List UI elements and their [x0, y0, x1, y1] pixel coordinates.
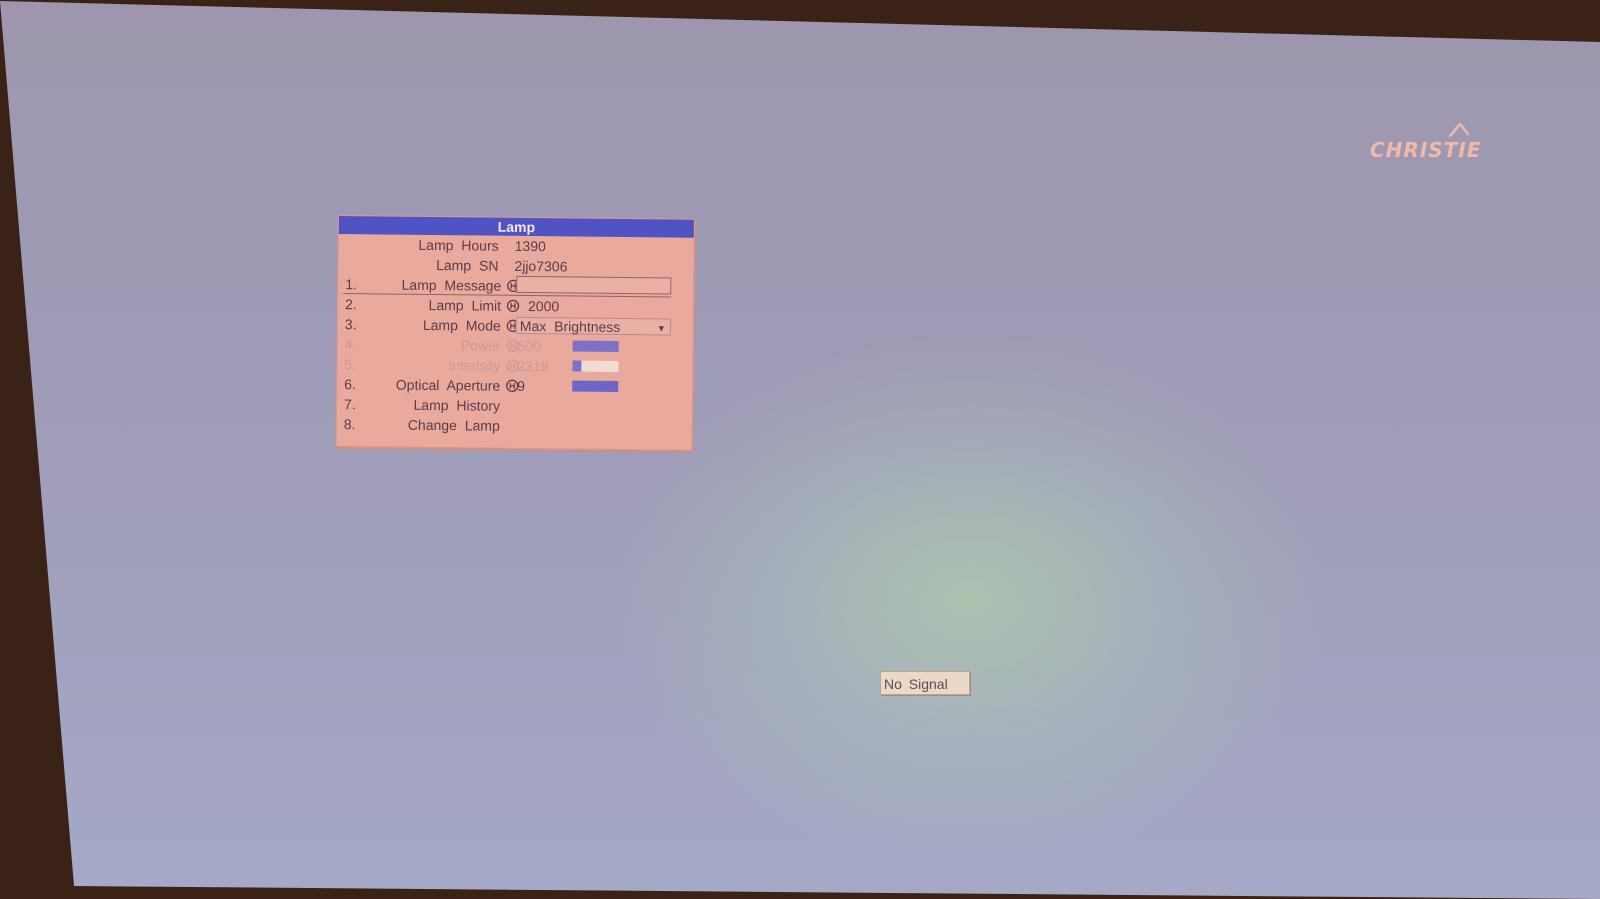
lamp-menu: Lamp Lamp Hours 1390 Lamp SN 2jjo7306 1.… [335, 215, 695, 451]
intensity-value: 2319 [517, 357, 549, 375]
item-label: Power [460, 337, 501, 354]
christie-logo-icon [1448, 122, 1470, 138]
power-slider [572, 340, 619, 352]
item-label: Lamp Limit [428, 296, 502, 314]
dropdown-selected-value: Max Brightness [519, 317, 621, 335]
info-label: Lamp Hours [418, 236, 499, 254]
lamp-mode-dropdown[interactable]: Max Brightness ▼ [515, 316, 671, 336]
info-value: 2jjo7306 [514, 257, 568, 275]
item-number: 1. [345, 276, 358, 293]
slider-fill [572, 340, 619, 352]
item-label: Optical Aperture [395, 376, 501, 394]
item-number: 2. [344, 296, 357, 313]
logo-text: CHRISTIE [1370, 138, 1482, 162]
power-value: 500 [517, 337, 542, 355]
item-label: Change Lamp [407, 416, 500, 434]
item-number: 3. [344, 316, 357, 333]
item-label: Lamp Mode [422, 316, 501, 334]
projector-screen [0, 1, 1600, 899]
lock-icon [506, 298, 520, 312]
chevron-down-icon[interactable]: ▼ [657, 320, 666, 336]
item-number: 4. [344, 336, 357, 353]
item-number: 6. [344, 376, 357, 393]
menu-item-change-lamp[interactable]: 8. Change Lamp [337, 414, 692, 438]
no-signal-message: No Signal [880, 671, 970, 695]
optical-aperture-value: 9 [517, 377, 526, 394]
lamp-limit-value[interactable]: 2000 [528, 296, 559, 316]
item-label: Intensity [448, 357, 501, 374]
item-number: 7. [343, 396, 356, 413]
info-value: 1390 [514, 237, 546, 255]
item-number: 5. [344, 356, 357, 373]
item-label: Lamp Message [401, 276, 502, 294]
lamp-message-input[interactable] [516, 275, 672, 295]
intensity-slider [572, 360, 619, 372]
christie-logo: CHRISTIE [1370, 120, 1495, 165]
slider-fill [572, 360, 582, 372]
optical-aperture-slider[interactable] [572, 380, 619, 392]
item-label: Lamp History [413, 396, 501, 414]
item-number: 8. [343, 416, 356, 433]
slider-fill [572, 380, 619, 392]
info-label: Lamp SN [436, 257, 499, 274]
